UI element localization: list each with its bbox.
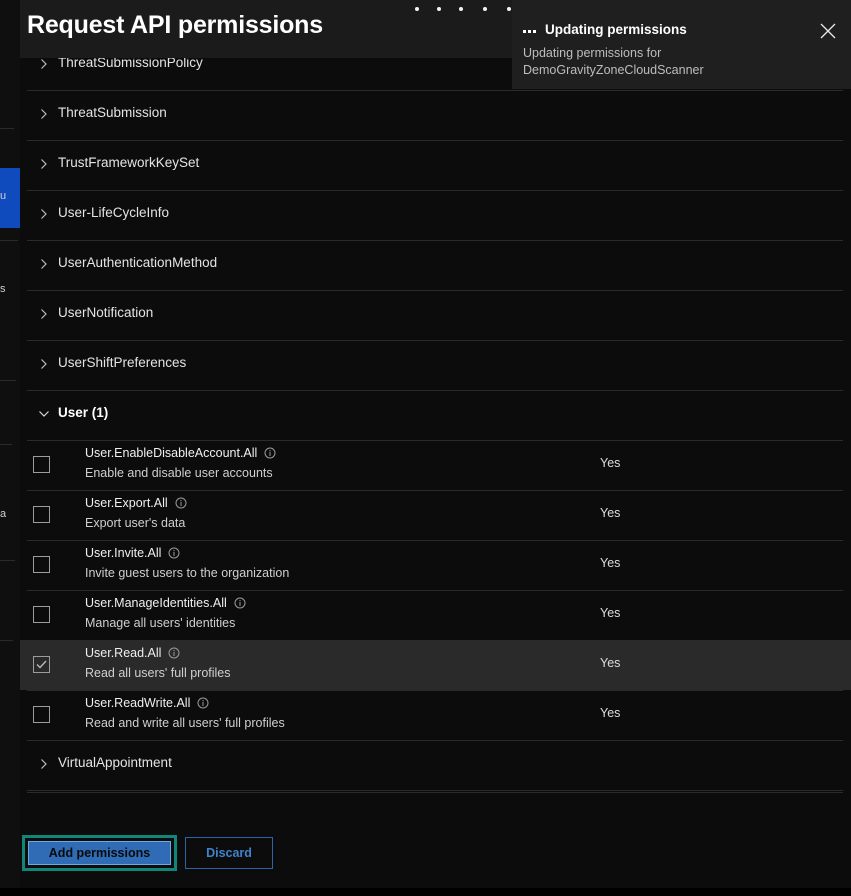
permission-name: User.ReadWrite.All	[85, 696, 190, 710]
info-icon[interactable]	[197, 697, 209, 709]
permission-checkbox[interactable]	[33, 706, 50, 723]
chevron-right-icon[interactable]	[37, 757, 51, 771]
info-icon[interactable]	[168, 547, 180, 559]
permission-checkbox[interactable]	[33, 506, 50, 523]
loading-progress-dots	[402, 5, 522, 15]
permission-group-label: UserNotification	[58, 305, 153, 320]
admin-consent-value: Yes	[600, 456, 620, 470]
permission-group-row[interactable]: VirtualAppointment	[20, 740, 851, 790]
chevron-right-icon[interactable]	[37, 307, 51, 321]
permission-group-row[interactable]: ThreatSubmission	[20, 90, 851, 140]
chevron-right-icon[interactable]	[37, 107, 51, 121]
info-icon[interactable]	[234, 597, 246, 609]
permission-name: User.Export.All	[85, 496, 168, 510]
admin-consent-value: Yes	[600, 656, 620, 670]
background-divider	[0, 128, 14, 129]
chevron-right-icon[interactable]	[37, 157, 51, 171]
info-icon[interactable]	[175, 497, 187, 509]
background-divider	[0, 380, 16, 381]
chevron-down-icon[interactable]	[37, 407, 51, 421]
chevron-right-icon[interactable]	[37, 207, 51, 221]
permission-checkbox[interactable]	[33, 606, 50, 623]
permission-description: Enable and disable user accounts	[85, 466, 273, 480]
loading-dot	[483, 7, 487, 11]
chevron-right-icon[interactable]	[37, 57, 51, 71]
permissions-list[interactable]: ThreatSubmissionPolicyThreatSubmissionTr…	[20, 40, 851, 792]
loading-dot	[507, 7, 511, 11]
permission-checkbox[interactable]	[33, 456, 50, 473]
permission-group-row[interactable]: UserNotification	[20, 290, 851, 340]
background-text-fragment-1: s	[0, 283, 22, 295]
permission-description: Invite guest users to the organization	[85, 566, 289, 580]
row-separator	[27, 790, 843, 791]
admin-consent-value: Yes	[600, 606, 620, 620]
ellipsis-icon	[523, 26, 539, 36]
chevron-right-icon[interactable]	[37, 257, 51, 271]
permission-row[interactable]: User.ManageIdentities.All Manage all user…	[20, 590, 851, 640]
background-page-sliver: u s a	[0, 0, 22, 896]
admin-consent-value: Yes	[600, 506, 620, 520]
permission-group-label: VirtualAppointment	[58, 755, 172, 770]
admin-consent-value: Yes	[600, 706, 620, 720]
permission-row[interactable]: User.Export.All Export user's data Yes	[20, 490, 851, 540]
add-permissions-button[interactable]: Add permissions	[28, 841, 171, 865]
background-divider	[0, 240, 18, 241]
admin-consent-value: Yes	[600, 556, 620, 570]
permission-group-row[interactable]: User (1)	[20, 390, 851, 440]
permission-group-row[interactable]: UserShiftPreferences	[20, 340, 851, 390]
permission-checkbox[interactable]	[33, 556, 50, 573]
permission-group-row[interactable]: User-LifeCycleInfo	[20, 190, 851, 240]
permission-description: Manage all users' identities	[85, 616, 235, 630]
loading-dot	[437, 7, 441, 11]
permission-checkbox[interactable]	[33, 656, 50, 673]
blade-footer: Add permissions Discard	[20, 793, 851, 896]
background-nav-fragment: u	[0, 190, 22, 202]
background-divider	[0, 444, 12, 445]
background-divider	[0, 560, 15, 561]
page-title: Request API permissions	[27, 11, 323, 40]
permission-name: User.Read.All	[85, 646, 161, 660]
permission-group-label: UserShiftPreferences	[58, 355, 186, 370]
close-icon[interactable]	[815, 18, 841, 44]
permission-name: User.ManageIdentities.All	[85, 596, 227, 610]
permission-description: Export user's data	[85, 516, 185, 530]
permission-row[interactable]: User.ReadWrite.All Read and write all use…	[20, 690, 851, 740]
permission-row[interactable]: User.Read.All Read all users' full profil…	[20, 640, 851, 690]
permission-group-label: ThreatSubmission	[58, 105, 167, 120]
background-divider	[0, 640, 13, 641]
permission-group-row[interactable]: UserAuthenticationMethod	[20, 240, 851, 290]
permission-row[interactable]: User.Invite.All Invite guest users to the…	[20, 540, 851, 590]
notification-message: Updating permissions for DemoGravityZone…	[523, 45, 813, 79]
permission-group-label: UserAuthenticationMethod	[58, 255, 217, 270]
discard-button[interactable]: Discard	[185, 837, 273, 869]
permission-description: Read and write all users' full profiles	[85, 716, 285, 730]
permission-row[interactable]: User.EnableDisableAccount.All Enable and …	[20, 440, 851, 490]
notification-title: Updating permissions	[545, 22, 687, 37]
loading-dot	[415, 7, 419, 11]
permission-group-label: TrustFrameworkKeySet	[58, 155, 199, 170]
info-icon[interactable]	[168, 647, 180, 659]
permission-group-label: User (1)	[58, 405, 108, 420]
permission-group-label: User-LifeCycleInfo	[58, 205, 169, 220]
permission-name: User.Invite.All	[85, 546, 161, 560]
request-api-permissions-blade: ThreatSubmissionPolicyThreatSubmissionTr…	[20, 0, 851, 896]
window-bottom-edge	[0, 888, 851, 896]
permission-description: Read all users' full profiles	[85, 666, 231, 680]
info-icon[interactable]	[264, 447, 276, 459]
loading-dot	[459, 7, 463, 11]
notification-toast: Updating permissions Updating permission…	[512, 0, 851, 89]
permission-group-row[interactable]: TrustFrameworkKeySet	[20, 140, 851, 190]
chevron-right-icon[interactable]	[37, 357, 51, 371]
permission-name: User.EnableDisableAccount.All	[85, 446, 257, 460]
background-text-fragment-2: a	[0, 508, 22, 520]
